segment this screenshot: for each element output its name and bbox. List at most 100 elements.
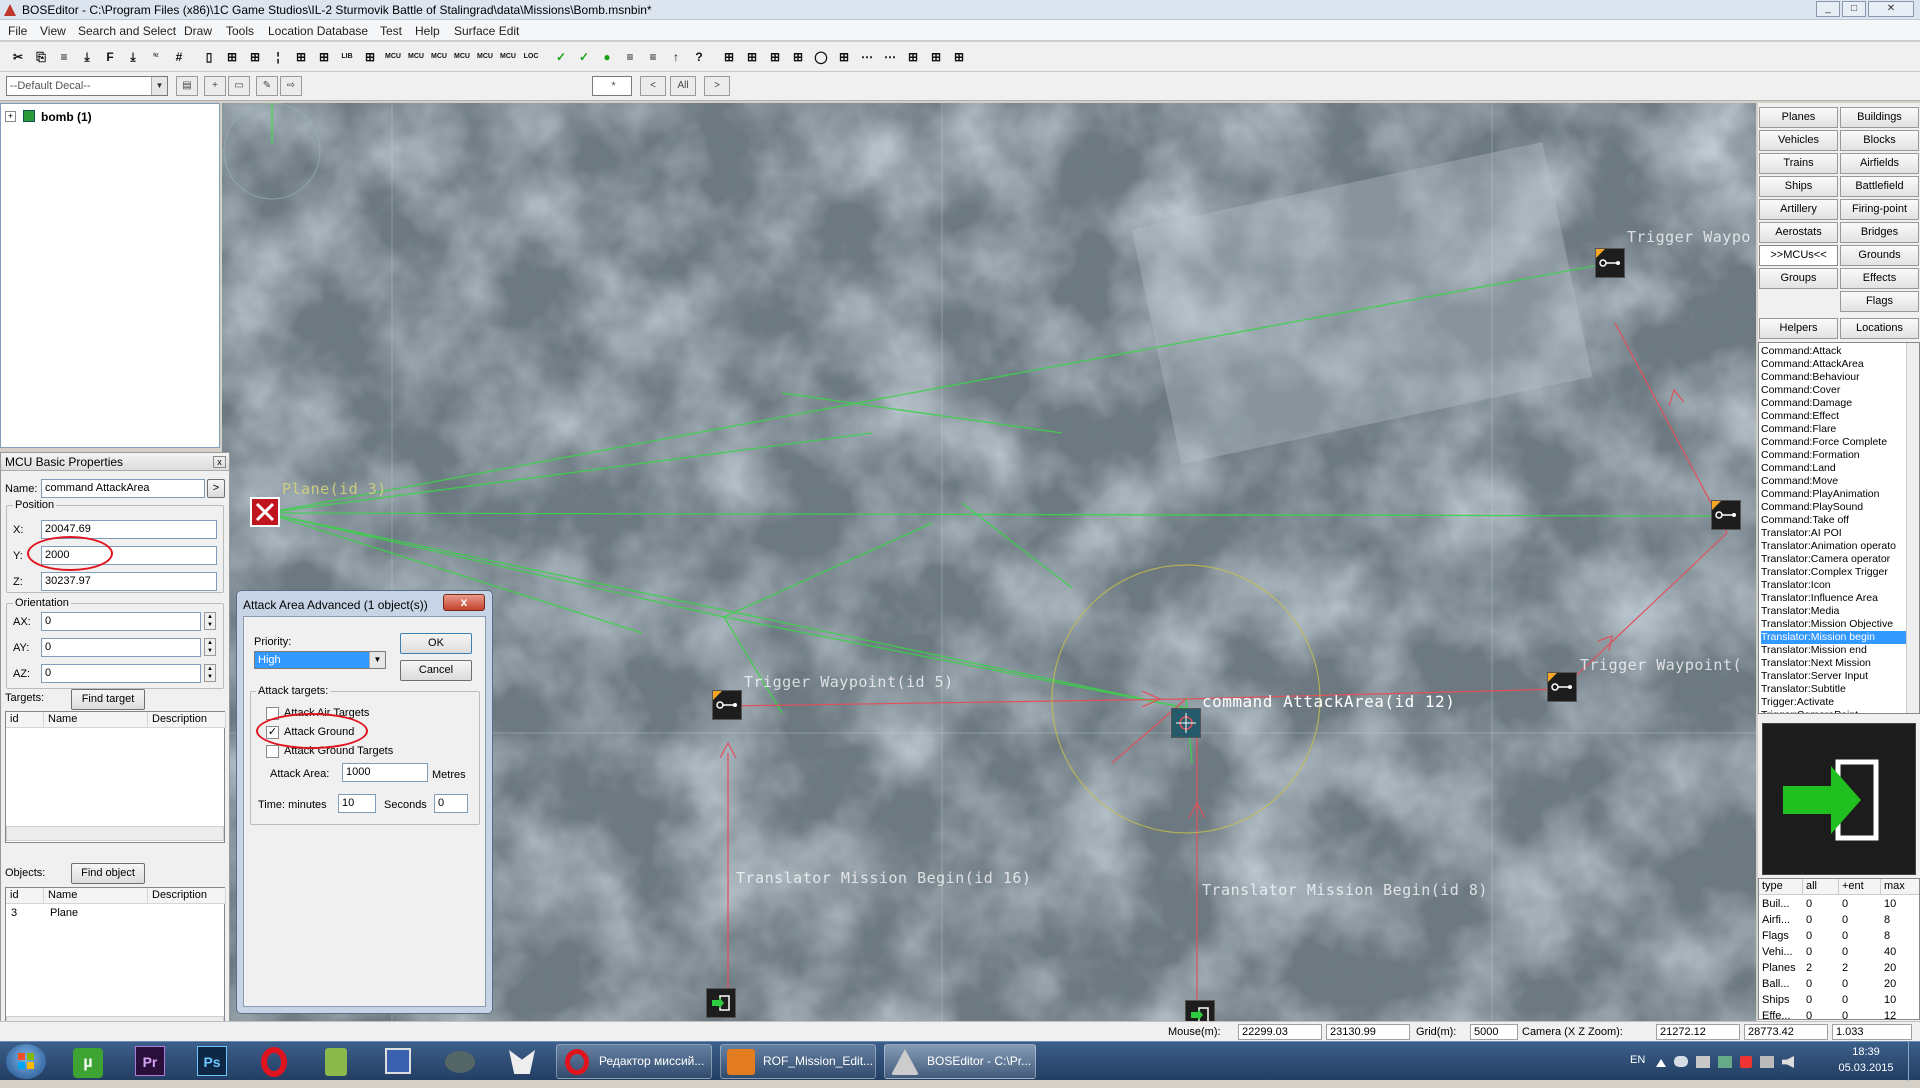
list-item[interactable]: Translator:Complex Trigger [1761, 566, 1907, 579]
list-item[interactable]: Translator:Mission Objective [1761, 618, 1907, 631]
cloud-icon[interactable] [1674, 1056, 1688, 1067]
list-item[interactable]: Translator:Influence Area [1761, 592, 1907, 605]
eye-pin[interactable] [434, 1045, 486, 1078]
trigger-waypoint-icon[interactable] [1547, 672, 1577, 702]
hand-icon[interactable]: ⊞ [903, 47, 923, 67]
list-item[interactable]: Command:Flare [1761, 423, 1907, 436]
mission-begin-icon[interactable] [706, 988, 736, 1018]
show-desktop-button[interactable] [1908, 1042, 1920, 1081]
category-trains-button[interactable]: Trains [1759, 153, 1838, 174]
mcu-uni-icon[interactable]: MCU [475, 47, 495, 67]
cut-icon[interactable]: ✂ [8, 47, 28, 67]
close-icon[interactable]: x [213, 456, 226, 468]
column-header[interactable]: id [6, 712, 44, 728]
app-pin[interactable] [310, 1045, 362, 1078]
z-field[interactable]: 30237.97 [41, 572, 217, 591]
help-icon[interactable]: ? [689, 47, 709, 67]
category-vehicles-button[interactable]: Vehicles [1759, 130, 1838, 151]
brush-icon[interactable]: ✎ [256, 76, 278, 96]
check-box-icon[interactable]: ✓ [574, 47, 594, 67]
printer-icon[interactable] [1696, 1056, 1710, 1068]
category-mcus-button[interactable]: >>MCUs<< [1759, 245, 1838, 266]
utorrent-pin[interactable]: µ [62, 1045, 114, 1078]
tool-icon[interactable]: ⊞ [719, 47, 739, 67]
font-icon[interactable]: F [100, 47, 120, 67]
stack-icon[interactable]: ⊞ [360, 47, 380, 67]
az-spinner[interactable]: ▲ ▼ [204, 664, 216, 682]
list-item[interactable]: Trigger:CameraPoint [1761, 709, 1907, 713]
task-opera[interactable]: Редактор миссий... [556, 1044, 712, 1079]
bar-icon[interactable]: ≡ [620, 47, 640, 67]
category-bridges-button[interactable]: Bridges [1840, 222, 1919, 243]
prev-button[interactable]: < [640, 76, 666, 96]
menu-help[interactable]: Help [415, 24, 440, 38]
priority-select[interactable]: High ▼ [254, 651, 386, 669]
mcu-sel-icon[interactable]: MCU [452, 47, 472, 67]
column-header[interactable]: Name [44, 712, 148, 728]
align-icon[interactable]: ≡ [54, 47, 74, 67]
group-icon[interactable]: ⊞ [245, 47, 265, 67]
frame-icon[interactable]: ▯ [199, 47, 219, 67]
cancel-button[interactable]: Cancel [400, 660, 472, 681]
list-item[interactable]: Command:PlaySound [1761, 501, 1907, 514]
location-icon[interactable]: LOC [521, 47, 541, 67]
close-window-button[interactable]: ✕ [1868, 1, 1914, 17]
list-item[interactable]: Translator:Subtitle [1761, 683, 1907, 696]
clock-time[interactable]: 18:39 [1838, 1046, 1894, 1058]
category-groups-button[interactable]: Groups [1759, 268, 1838, 289]
column-header[interactable]: max [1881, 879, 1919, 895]
dot-icon[interactable]: ● [597, 47, 617, 67]
category-helpers-button[interactable]: Helpers [1759, 318, 1838, 339]
column-header[interactable]: Description [148, 888, 226, 904]
flag-icon[interactable] [1740, 1056, 1752, 1068]
filter-field[interactable]: * [592, 76, 632, 96]
minutes-field[interactable]: 10 [338, 794, 376, 813]
trigger-waypoint-icon[interactable] [1711, 500, 1741, 530]
ok-button[interactable]: OK [400, 633, 472, 654]
bar-icon[interactable]: ≡ [643, 47, 663, 67]
mcu-obj-icon[interactable]: MCU [383, 47, 403, 67]
copy-icon[interactable]: ⎘ [31, 47, 51, 67]
tool-button[interactable]: ⇨ [280, 76, 302, 96]
opera-pin[interactable] [248, 1045, 300, 1078]
task-boseditor[interactable]: BOSEditor - C:\Pr... [884, 1044, 1036, 1079]
targets-list[interactable]: id Name Description [5, 711, 226, 843]
list-item[interactable]: Translator:Mission begin [1761, 631, 1907, 644]
category-firingpoint-button[interactable]: Firing-point [1840, 199, 1919, 220]
horizontal-scrollbar[interactable] [6, 826, 224, 841]
list-item[interactable]: Command:Damage [1761, 397, 1907, 410]
attack-ground-targets-checkbox[interactable] [266, 745, 279, 758]
menu-search-select[interactable]: Search and Select [78, 24, 176, 38]
category-grounds-button[interactable]: Grounds [1840, 245, 1919, 266]
az-field[interactable]: 0 [41, 664, 201, 683]
category-effects-button[interactable]: Effects [1840, 268, 1919, 289]
list-item[interactable]: Trigger:Activate [1761, 696, 1907, 709]
category-artillery-button[interactable]: Artillery [1759, 199, 1838, 220]
start-button[interactable] [6, 1044, 46, 1079]
plane-icon[interactable] [250, 497, 280, 527]
mcu-arr-icon[interactable]: MCU [498, 47, 518, 67]
category-blocks-button[interactable]: Blocks [1840, 130, 1919, 151]
mcu-mes-icon[interactable]: MCU [429, 47, 449, 67]
list-item[interactable]: Translator:Camera operator [1761, 553, 1907, 566]
select-icon[interactable]: ⊞ [834, 47, 854, 67]
tool-icon[interactable]: ⊞ [949, 47, 969, 67]
next-button[interactable]: > [704, 76, 730, 96]
task-pdf[interactable]: ROF_Mission_Edit... [720, 1044, 876, 1079]
menu-file[interactable]: File [8, 24, 27, 38]
seconds-field[interactable]: 0 [434, 794, 468, 813]
decal-combo[interactable]: --Default Decal-- ▼ [6, 76, 168, 96]
layout-icon[interactable]: ⊞ [222, 47, 242, 67]
ground-icon[interactable]: ⤓ [123, 47, 143, 67]
find-target-button[interactable]: Find target [71, 689, 145, 710]
list-item[interactable]: Translator:Media [1761, 605, 1907, 618]
vertical-scrollbar[interactable] [1906, 343, 1919, 713]
objects-list[interactable]: id Name Description 3 Plane [5, 887, 226, 1033]
list-item[interactable]: Command:Attack [1761, 345, 1907, 358]
list-item[interactable]: Command:Behaviour [1761, 371, 1907, 384]
column-header[interactable]: Description [148, 712, 226, 728]
network-icon[interactable] [1718, 1056, 1732, 1068]
category-aerostats-button[interactable]: Aerostats [1759, 222, 1838, 243]
list-item[interactable]: Command:Cover [1761, 384, 1907, 397]
mcu-tar-icon[interactable]: MCU [406, 47, 426, 67]
